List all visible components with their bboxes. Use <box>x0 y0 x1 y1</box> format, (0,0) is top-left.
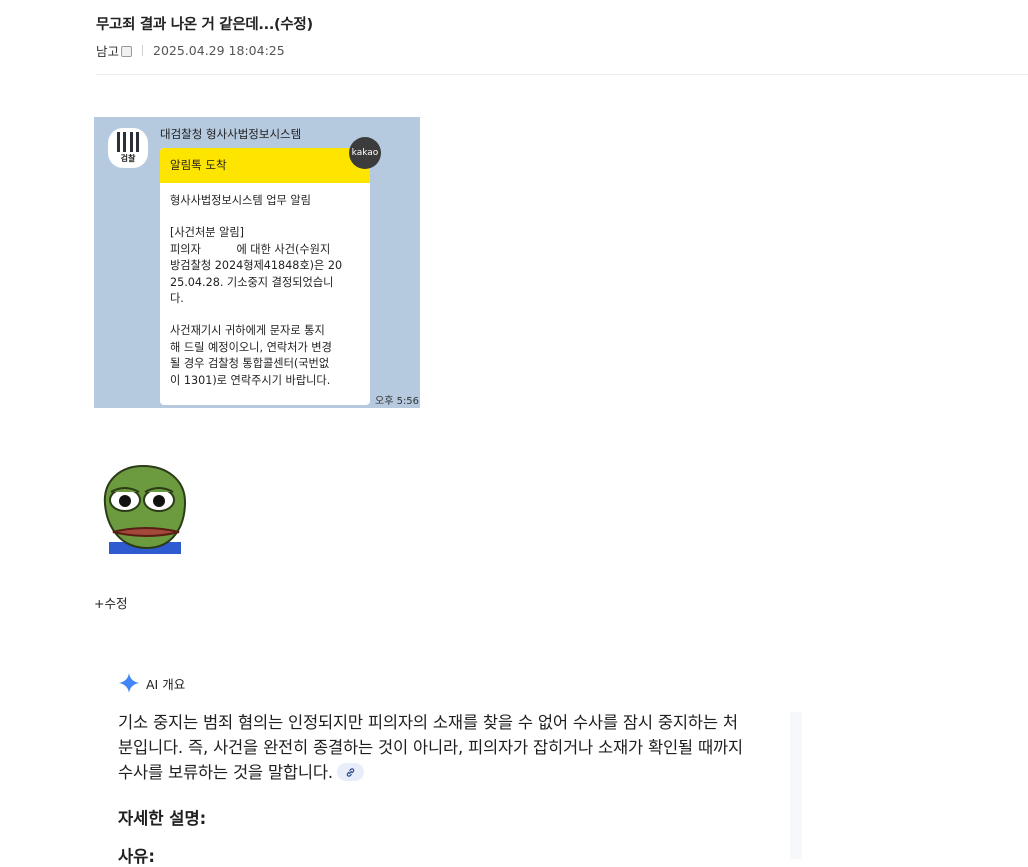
ai-overview-label: AI 개요 <box>146 676 186 692</box>
message-line: [사건처분 알림] <box>170 226 245 240</box>
message-time: 오후 5:56 <box>375 396 420 407</box>
lock-badge-icon <box>121 45 133 57</box>
message-line: 해 드릴 예정이오니, 연락처가 변경 <box>170 340 332 354</box>
header-divider <box>96 74 1028 75</box>
sender-name: 대검찰청 형사사법정보시스템 <box>160 127 302 141</box>
sparkle-icon <box>118 672 140 694</box>
ai-summary: 기소 중지는 범죄 혐의는 인정되지만 피의자의 소재를 찾을 수 없어 수사를… <box>118 710 748 785</box>
message-line: 피의자 에 대한 사건(수원지 <box>170 242 331 256</box>
ai-summary-text: 기소 중지는 범죄 혐의는 인정되지만 피의자의 소재를 찾을 수 없어 수사를… <box>118 713 743 782</box>
prosecution-logo-icon: 검찰 <box>108 128 148 168</box>
profile-label: 검찰 <box>120 154 136 163</box>
kakao-notification-image[interactable]: 검찰 대검찰청 형사사법정보시스템 알림톡 도착 형사사법정보시스템 업무 알림… <box>94 117 420 408</box>
bubble-body: 형사사법정보시스템 업무 알림 [사건처분 알림] 피의자 에 대한 사건(수원… <box>160 183 370 389</box>
pepe-frog-emoticon <box>103 464 187 554</box>
ai-overview-panel: AI 개요 기소 중지는 범죄 혐의는 인정되지만 피의자의 소재를 찾을 수 … <box>118 670 798 867</box>
message-line: 사건재기시 귀하에게 문자로 통지 <box>170 324 325 338</box>
message-line: 25.04.28. 기소중지 결정되었습니 <box>170 275 334 289</box>
message-line: 방검찰청 2024형제41848호)은 20 <box>170 259 343 273</box>
author-name[interactable]: 남고 <box>96 41 119 60</box>
post-title: 무고죄 결과 나온 거 같은데...(수정) <box>96 17 313 33</box>
reason-heading: 사유: <box>118 847 155 866</box>
ai-overview-header: AI 개요 <box>118 670 798 696</box>
post-header: 무고죄 결과 나온 거 같은데...(수정) 남고 2025.04.29 18:… <box>96 14 1028 60</box>
detail-heading: 자세한 설명: <box>118 809 207 828</box>
message-bubble: 알림톡 도착 형사사법정보시스템 업무 알림 [사건처분 알림] 피의자 에 대… <box>160 148 370 405</box>
message-line: 형사사법정보시스템 업무 알림 <box>170 194 311 207</box>
message-line: 다. <box>170 292 184 306</box>
post-meta: 남고 2025.04.29 18:04:25 <box>96 41 1028 60</box>
message-line: 이 1301)로 연락주시기 바랍니다. <box>170 373 331 387</box>
link-icon <box>346 767 355 777</box>
source-link-chip[interactable] <box>336 762 364 781</box>
kakao-icon: kakao <box>349 137 381 169</box>
meta-separator <box>142 44 144 56</box>
message-line: 될 경우 검찰청 통합콜센터(국번없 <box>170 357 330 371</box>
bubble-header: 알림톡 도착 <box>160 148 370 183</box>
edit-note: +수정 <box>94 596 128 611</box>
post-timestamp: 2025.04.29 18:04:25 <box>153 42 285 58</box>
